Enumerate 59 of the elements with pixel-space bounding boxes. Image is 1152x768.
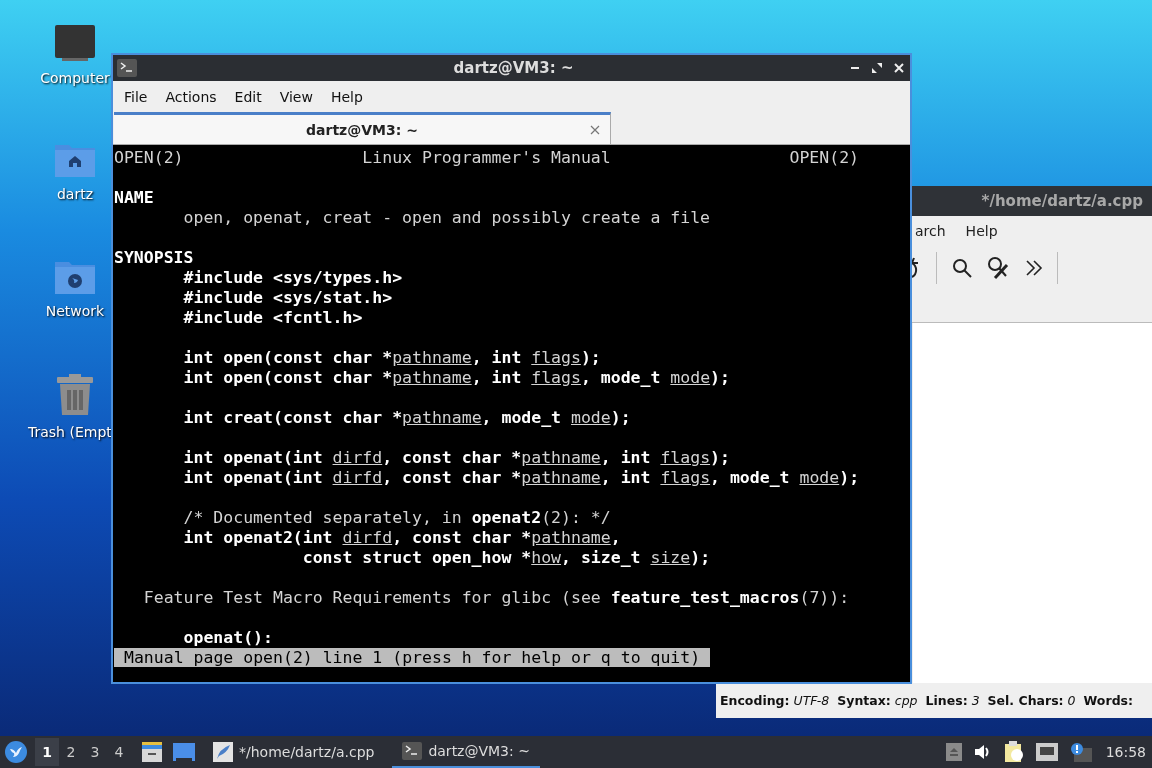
status-item: Syntax: cpp: [837, 693, 918, 708]
workspace-button[interactable]: 4: [107, 738, 131, 766]
status-item: Words:: [1083, 693, 1133, 708]
menu-item[interactable]: View: [270, 88, 322, 105]
manual-line: Feature Test Macro Requirements for glibc (see feature_test_macros(7)):: [142, 588, 850, 608]
manual-line: openat():: [182, 628, 273, 648]
clipboard-icon[interactable]: [1003, 741, 1024, 763]
menu-item[interactable]: arch: [915, 223, 946, 239]
menu-item[interactable]: File: [115, 88, 157, 105]
manual-line: int open(const char *pathname, int flags);: [182, 348, 601, 368]
manual-line: /* Documented separately, in openat2(2): */: [182, 508, 611, 528]
taskbar-task[interactable]: */home/dartz/a.cpp: [203, 736, 385, 768]
workspace-button[interactable]: 3: [83, 738, 107, 766]
manual-line: OPEN(2) Linux Programmer's Manual OPEN(2): [114, 148, 860, 168]
taskbar-task[interactable]: dartz@VM3: ~: [392, 736, 540, 768]
terminal-icon: [402, 742, 423, 760]
manual-line: #include <sys/stat.h>: [182, 288, 393, 308]
network-folder-icon[interactable]: [54, 259, 96, 295]
terminal-icon[interactable]: [117, 59, 137, 77]
start-menu-icon[interactable]: [5, 741, 27, 763]
workspace-button[interactable]: 1: [35, 738, 59, 766]
window-title: */home/dartz/a.cpp: [981, 192, 1143, 210]
manual-line: int open(const char *pathname, int flags, mode_t mode);: [182, 368, 730, 388]
desktop-icon-label[interactable]: Trash (Empt: [28, 424, 112, 440]
manual-line: int openat2(int dirfd, const char *pathname,: [182, 528, 621, 548]
chevrons-icon[interactable]: [1025, 259, 1043, 277]
manual-line: const struct open_how *how, size_t size);: [301, 548, 711, 568]
manual-line: int creat(const char *pathname, mode_t mode);: [182, 408, 631, 428]
manual-line: int openat(int dirfd, const char *pathname, int flags);: [182, 448, 730, 468]
menu-item[interactable]: Help: [321, 88, 372, 105]
workspace-button[interactable]: 2: [59, 738, 83, 766]
window-title: dartz@VM3: ~: [452, 59, 575, 77]
maximize-icon[interactable]: [872, 63, 882, 73]
status-item: Lines: 3: [925, 693, 980, 708]
status-item: Sel. Chars: 0: [987, 693, 1076, 708]
monitor-icon[interactable]: [54, 24, 96, 62]
desktop-icon-label[interactable]: Network: [45, 303, 105, 319]
feather-icon: [213, 742, 233, 762]
menu-item[interactable]: Actions: [156, 88, 226, 105]
manual-line: open, openat, creat - open and possibly create a file: [182, 208, 711, 228]
clock[interactable]: 16:58: [1105, 744, 1146, 760]
manual-line: SYNOPSIS: [114, 248, 194, 268]
find-replace-icon[interactable]: [987, 256, 1011, 280]
file-cabinet-icon[interactable]: [141, 742, 163, 762]
notification-icon[interactable]: [1069, 742, 1092, 762]
status-item: Encoding: UTF-8: [720, 693, 830, 708]
manual-line: int openat(int dirfd, const char *pathname, int flags, mode_t mode);: [182, 468, 860, 488]
manual-line: #include <fcntl.h>: [182, 308, 363, 328]
manual-line: NAME: [114, 188, 154, 208]
menu-item[interactable]: Edit: [225, 88, 271, 105]
pager-status: Manual page open(2) line 1 (press h for help or q to quit): [114, 648, 711, 667]
terminal-tab[interactable]: dartz@VM3: ~: [114, 112, 611, 144]
search-icon[interactable]: [951, 257, 973, 279]
network-icon[interactable]: [1035, 743, 1058, 761]
menu-item[interactable]: Help: [965, 223, 998, 239]
eject-icon[interactable]: [945, 743, 962, 761]
desktop-icon[interactable]: [173, 743, 195, 761]
home-folder-icon[interactable]: [54, 142, 96, 178]
manual-line: #include <sys/types.h>: [182, 268, 403, 288]
